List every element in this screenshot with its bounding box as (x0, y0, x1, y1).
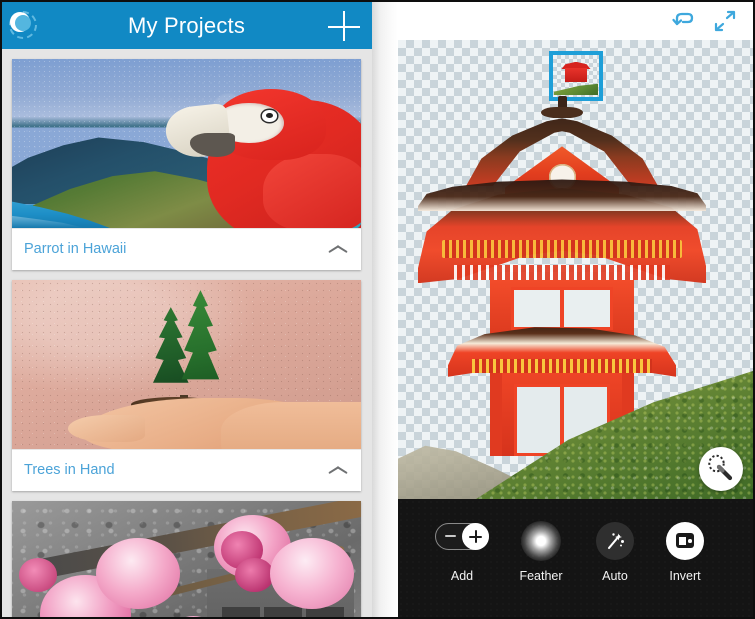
editor-canvas[interactable] (398, 40, 753, 499)
tool-label: Add (450, 569, 474, 583)
add-subtract-toggle-icon[interactable] (435, 523, 489, 550)
project-list[interactable]: Parrot in Hawaii Trees in Hand (1, 49, 372, 617)
magic-wand-icon[interactable] (699, 447, 743, 491)
selection-toolbar: Add Feather Auto Invert (398, 499, 753, 617)
page-title: My Projects (127, 13, 246, 38)
project-title: Parrot in Hawaii (24, 241, 127, 257)
selection-thumbnail[interactable] (549, 51, 603, 101)
app-root: My Projects Parrot in Hawaii Trees in Ha… (0, 0, 755, 619)
chevron-up-icon[interactable] (329, 242, 347, 254)
undo-icon[interactable] (671, 10, 695, 32)
chevron-up-icon[interactable] (329, 463, 347, 475)
project-thumbnail-blossom[interactable] (12, 501, 361, 617)
list-item[interactable]: Trees in Hand (12, 280, 361, 491)
feather-tool-button[interactable]: Feather (503, 521, 579, 583)
projects-panel: My Projects Parrot in Hawaii Trees in Ha… (1, 2, 372, 617)
add-tool-button[interactable]: Add (424, 521, 500, 583)
project-title: Trees in Hand (24, 462, 115, 478)
tool-label: Auto (602, 569, 628, 583)
invert-tool-button[interactable]: Invert (647, 521, 723, 583)
expand-fullscreen-icon[interactable] (713, 10, 737, 32)
invert-selection-icon (666, 522, 704, 560)
projects-header: My Projects (1, 2, 372, 49)
project-footer: Parrot in Hawaii (12, 228, 361, 270)
magic-wand-sparkle-icon (596, 522, 634, 560)
project-thumbnail-trees[interactable] (12, 280, 361, 449)
tool-label: Invert (669, 569, 701, 583)
project-thumbnail-parrot[interactable] (12, 59, 361, 228)
editor-panel: Add Feather Auto Invert (398, 2, 753, 617)
add-project-button[interactable] (326, 8, 362, 44)
panel-divider (372, 2, 398, 617)
list-item[interactable] (12, 501, 361, 617)
tool-label: Feather (519, 569, 563, 583)
editor-topbar (398, 2, 753, 40)
project-footer: Trees in Hand (12, 449, 361, 491)
auto-tool-button[interactable]: Auto (577, 521, 653, 583)
list-item[interactable]: Parrot in Hawaii (12, 59, 361, 270)
feather-blob-icon (521, 521, 561, 561)
